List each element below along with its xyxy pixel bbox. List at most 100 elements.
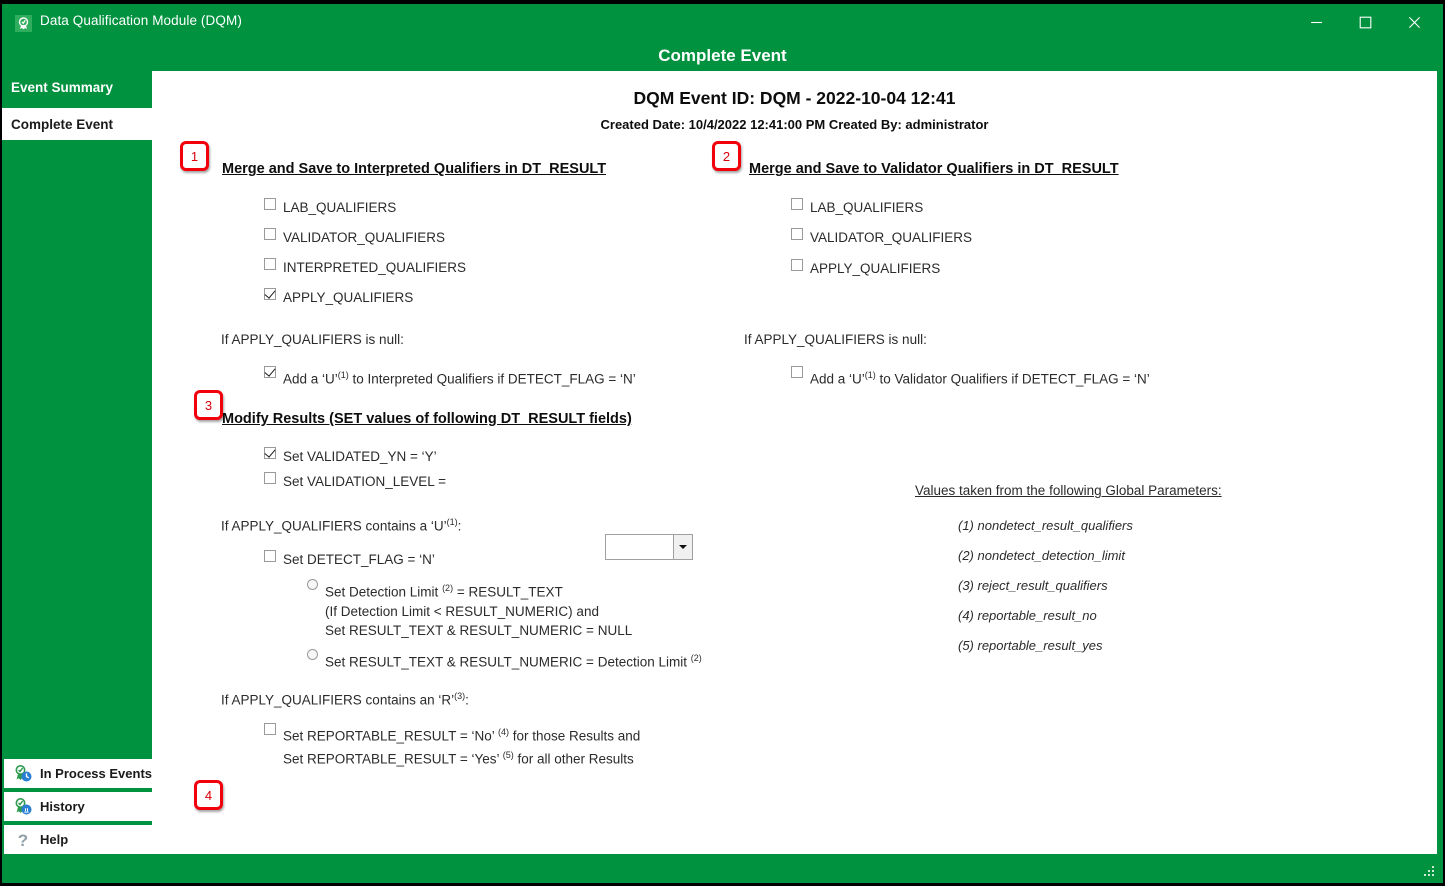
s2-null-note: If APPLY_QUALIFIERS is null: [744, 332, 927, 347]
dqm-window: Data Qualification Module (DQM) Complete… [2, 4, 1443, 883]
checkbox-box[interactable] [791, 259, 803, 271]
sidebar-item-in-process-events[interactable]: In Process Events [4, 759, 152, 788]
radio-button[interactable] [307, 579, 318, 590]
reportable-line2-sup: (5) [502, 749, 514, 760]
checkbox-box[interactable] [264, 447, 276, 459]
global-parameter-item: (3) reject_result_qualifiers [958, 578, 1108, 593]
checkbox-set-validated-yn[interactable]: Set VALIDATED_YN = ‘Y’ [264, 447, 437, 466]
resize-grip-icon[interactable] [1424, 866, 1436, 878]
checkbox-box[interactable] [264, 366, 276, 378]
checkbox-label: Set DETECT_FLAG = ‘N’ [283, 552, 435, 567]
minimize-button[interactable] [1293, 4, 1339, 40]
radio-set-detection-limit[interactable]: Set Detection Limit (2) = RESULT_TEXT (I… [307, 579, 632, 640]
maximize-button[interactable] [1342, 4, 1388, 40]
checkbox-s1-validator-qualifiers[interactable]: VALIDATOR_QUALIFIERS [264, 228, 445, 247]
sidebar-item-label: History [40, 799, 85, 814]
s3-u-note: If APPLY_QUALIFIERS contains a ‘U’(1): [221, 513, 461, 536]
radio-button[interactable] [307, 649, 318, 660]
checkbox-box[interactable] [264, 288, 276, 300]
reportable-line2-b: for all other Results [513, 751, 634, 766]
status-bar [2, 854, 1443, 883]
checkbox-box[interactable] [791, 366, 803, 378]
sidebar-item-label: Event Summary [11, 79, 114, 95]
radio1-line1-prefix: Set Detection Limit [325, 584, 443, 600]
checkbox-label: Set VALIDATION_LEVEL = [283, 474, 446, 489]
s3-r-note-sup: (3) [454, 691, 466, 701]
sidebar-item-label: Complete Event [11, 116, 114, 132]
in-process-events-icon [12, 763, 34, 785]
main-content: DQM Event ID: DQM - 2022-10-04 12:41 Cre… [152, 71, 1437, 854]
checkbox-s2-lab-qualifiers[interactable]: LAB_QUALIFIERS [791, 198, 923, 217]
reportable-line1-b: for those Results and [508, 728, 641, 744]
validation-level-dropdown[interactable] [605, 534, 693, 560]
s3-u-note-suffix: : [457, 518, 462, 534]
step-badge-2: 2 [712, 141, 741, 171]
checkbox-label: VALIDATOR_QUALIFIERS [810, 230, 973, 245]
title-bar: Data Qualification Module (DQM) [2, 4, 1443, 40]
checkbox-box[interactable] [264, 723, 276, 735]
checkbox-box[interactable] [264, 550, 276, 562]
window-title: Data Qualification Module (DQM) [40, 13, 242, 28]
checkbox-box[interactable] [791, 228, 803, 240]
close-button[interactable] [1391, 4, 1437, 40]
radio-set-result-text-numeric[interactable]: Set RESULT_TEXT & RESULT_NUMERIC = Detec… [307, 649, 702, 672]
chevron-down-icon[interactable] [673, 535, 692, 559]
s1-null-note: If APPLY_QUALIFIERS is null: [221, 332, 404, 347]
step-badge-1: 1 [180, 141, 209, 171]
checkbox-s1-apply-qualifiers[interactable]: APPLY_QUALIFIERS [264, 288, 413, 307]
step-badge-3-label: 3 [204, 397, 213, 413]
svg-text:?: ? [18, 831, 28, 850]
global-parameter-item: (2) nondetect_detection_limit [958, 548, 1125, 563]
checkbox-box[interactable] [264, 472, 276, 484]
reportable-line1-a: Set REPORTABLE_RESULT = ‘No’ [283, 728, 498, 744]
s3-u-note-sup: (1) [446, 517, 458, 527]
step-badge-4: 4 [194, 780, 223, 810]
validation-level-value[interactable] [606, 535, 673, 559]
s3-r-note-prefix: If APPLY_QUALIFIERS contains an ‘R’ [221, 692, 455, 708]
checkbox-s1-add-u-interpreted[interactable]: Add a ‘U’(1) to Interpreted Qualifiers i… [264, 366, 636, 389]
event-id-heading: DQM Event ID: DQM - 2022-10-04 12:41 [633, 88, 956, 108]
section-3-heading: Modify Results (SET values of following … [222, 411, 632, 427]
history-icon [12, 796, 34, 818]
page-title: Complete Event [658, 46, 787, 65]
checkbox-s1-interpreted-qualifiers[interactable]: INTERPRETED_QUALIFIERS [264, 258, 466, 277]
s2-add-u-suffix: to Validator Qualifiers if DETECT_FLAG =… [875, 371, 1150, 387]
global-parameter-item: (5) reportable_result_yes [958, 638, 1103, 653]
s2-add-u-prefix: Add a ‘U’ [810, 371, 865, 387]
checkbox-label: INTERPRETED_QUALIFIERS [283, 260, 467, 275]
sidebar-item-event-summary[interactable]: Event Summary [2, 71, 152, 103]
reportable-line1-sup: (4) [497, 727, 509, 737]
sidebar: Event Summary Complete Event In Process … [2, 71, 152, 854]
checkbox-label: APPLY_QUALIFIERS [810, 261, 941, 276]
checkbox-set-detect-flag[interactable]: Set DETECT_FLAG = ‘N’ [264, 550, 435, 569]
checkbox-s1-lab-qualifiers[interactable]: LAB_QUALIFIERS [264, 198, 396, 217]
checkbox-box[interactable] [791, 198, 803, 210]
checkbox-s2-validator-qualifiers[interactable]: VALIDATOR_QUALIFIERS [791, 228, 972, 247]
radio2-sup: (2) [690, 653, 702, 663]
sidebar-item-help[interactable]: ? Help [4, 825, 152, 854]
checkbox-box[interactable] [264, 258, 276, 270]
dqm-ribbon-icon [15, 15, 32, 32]
checkbox-box[interactable] [264, 198, 276, 210]
sidebar-item-label: In Process Events [40, 766, 152, 781]
checkbox-s2-add-u-validator[interactable]: Add a ‘U’(1) to Validator Qualifiers if … [791, 366, 1150, 389]
checkbox-label: LAB_QUALIFIERS [810, 200, 924, 215]
step-badge-1-label: 1 [190, 148, 199, 164]
sidebar-item-complete-event[interactable]: Complete Event [2, 108, 152, 140]
checkbox-label: APPLY_QUALIFIERS [283, 290, 414, 305]
checkbox-set-validation-level[interactable]: Set VALIDATION_LEVEL = [264, 472, 446, 491]
s3-r-note-suffix: : [465, 692, 469, 708]
step-badge-2-label: 2 [722, 148, 731, 164]
s3-u-note-prefix: If APPLY_QUALIFIERS contains a ‘U’ [221, 518, 447, 534]
sidebar-item-history[interactable]: History [4, 792, 152, 821]
s1-add-u-sup: (1) [337, 370, 349, 380]
s2-add-u-sup: (1) [864, 370, 876, 380]
checkbox-s2-apply-qualifiers[interactable]: APPLY_QUALIFIERS [791, 259, 940, 278]
s1-add-u-suffix: to Interpreted Qualifiers if DETECT_FLAG… [348, 371, 636, 387]
checkbox-set-reportable-result[interactable]: Set REPORTABLE_RESULT = ‘No’ (4) for tho… [264, 723, 640, 768]
sidebar-item-label: Help [40, 832, 69, 847]
checkbox-label: LAB_QUALIFIERS [283, 200, 397, 215]
global-parameter-item: (4) reportable_result_no [958, 608, 1097, 623]
checkbox-box[interactable] [264, 228, 276, 240]
section-2-heading: Merge and Save to Validator Qualifiers i… [749, 161, 1119, 177]
